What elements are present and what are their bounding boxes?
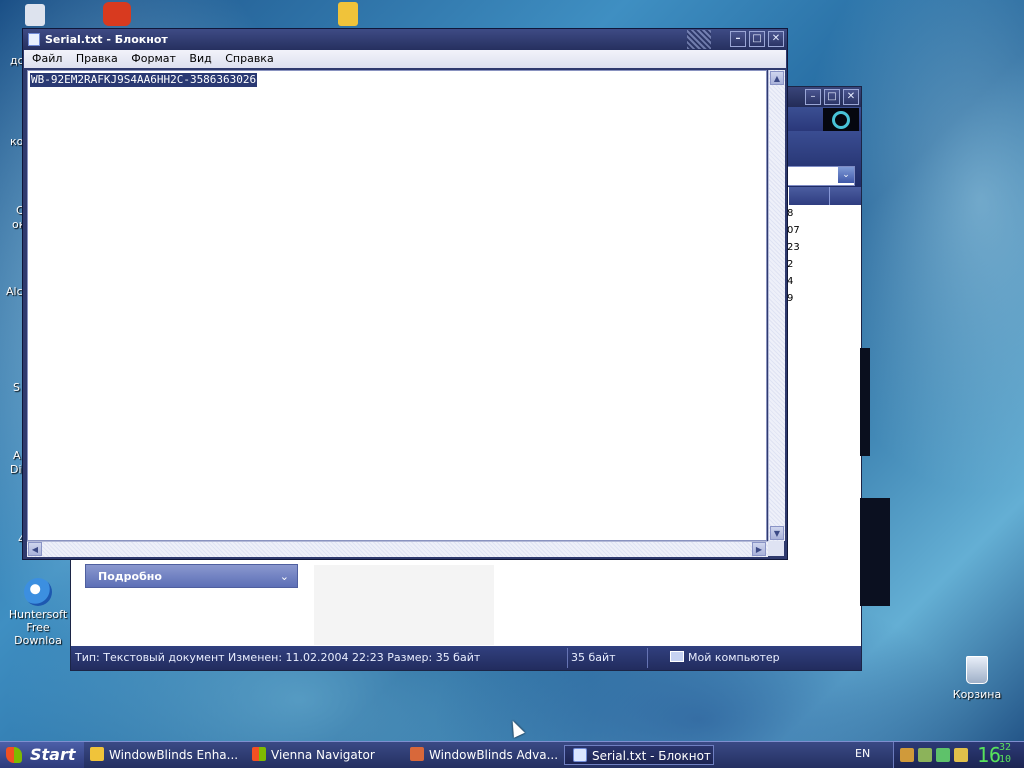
taskbar: Start WindowBlinds Enha... Vienna Naviga… [0,741,1024,768]
taskbar-item-windowblinds-enhanced[interactable]: WindowBlinds Enha... [90,745,242,765]
minimize-button[interactable]: – [805,89,821,105]
chevron-down-icon[interactable]: ⌄ [838,167,854,183]
address-dropdown[interactable]: ⌄ [787,166,855,186]
computer-icon [670,651,684,662]
clock-seconds: 10 [999,754,1012,765]
desktop-icon-huntersoft[interactable]: Huntersoft Free Downloa [2,578,74,647]
status-location: Мой компьютер [670,646,780,670]
maximize-button[interactable]: □ [749,31,765,47]
menu-format[interactable]: Формат [127,50,180,68]
scroll-left-button[interactable]: ◀ [28,542,42,556]
notepad-title-bar[interactable]: Serial.txt - Блокнот – □ ✕ [23,29,787,50]
tray-check-icon[interactable] [936,748,950,762]
clock-hours: 16 [977,743,1002,767]
clock[interactable]: 16 32 10 [977,743,1011,767]
notepad-icon [573,748,587,762]
status-location-label: Мой компьютер [688,651,780,664]
close-button[interactable]: ✕ [768,31,784,47]
windows-logo-icon [6,747,22,763]
taskbar-item-label: Serial.txt - Блокнот [592,749,711,763]
taskbar-item-vienna-navigator[interactable]: Vienna Navigator [252,745,402,765]
desktop-icon-top-1[interactable] [22,4,48,28]
details-panel-header[interactable]: Подробно ⌄ [85,564,298,588]
column-header[interactable] [789,187,861,205]
folder-icon [90,747,104,761]
desktop-label-fragment: Alc [6,285,23,298]
maximize-button[interactable]: □ [824,89,840,105]
internet-explorer-icon [24,578,52,606]
status-info: Тип: Текстовый документ Изменен: 11.02.2… [75,651,481,664]
horizontal-scrollbar[interactable]: ◀ ▶ [27,541,768,557]
clock-minutes: 32 [999,742,1012,753]
scroll-right-button[interactable]: ▶ [752,542,766,556]
menu-view[interactable]: Вид [185,50,215,68]
tray-app-icon[interactable] [900,748,914,762]
scroll-up-button[interactable]: ▲ [770,71,784,85]
background-window-edge [860,498,890,606]
chevron-down-icon[interactable]: ⌄ [280,565,289,589]
taskbar-item-label: WindowBlinds Adva... [429,748,559,762]
status-divider [567,648,568,668]
column-divider [829,187,830,205]
window-title: Serial.txt - Блокнот [45,33,168,46]
windows-logo-throbber [823,108,859,132]
paint-brush-icon [410,747,424,761]
recycle-bin-icon [966,656,988,684]
desktop-icon-label: Huntersoft [8,608,68,621]
language-indicator[interactable]: EN [855,747,870,760]
status-bar: Тип: Текстовый документ Изменен: 11.02.2… [71,646,861,670]
start-label: Start [30,745,76,764]
scroll-down-button[interactable]: ▼ [770,526,784,540]
menu-file[interactable]: Файл [28,50,66,68]
details-panel-label: Подробно [98,570,162,583]
folder-icon [338,2,358,26]
ring-icon [832,111,850,129]
taskbar-item-notepad[interactable]: Serial.txt - Блокнот [564,745,714,765]
taskbar-item-windowblinds-advanced[interactable]: WindowBlinds Adva... [410,745,560,765]
desktop-icon-recycle-bin[interactable]: Корзина [950,656,1004,701]
preview-area [314,565,494,645]
minimize-button[interactable]: – [730,31,746,47]
text-editor[interactable]: WB-92EM2RAFKJ9S4AA6HH2C-3586363026 [27,70,767,541]
desktop-icon-top-2[interactable] [100,2,134,28]
tray-wand-icon[interactable] [954,748,968,762]
menu-edit[interactable]: Правка [72,50,122,68]
taskbar-item-label: WindowBlinds Enha... [109,748,239,762]
file-icon [25,4,45,26]
windows-flag-icon [252,747,266,761]
desktop-icon-label: Free Downloa [14,621,62,647]
selected-text[interactable]: WB-92EM2RAFKJ9S4AA6HH2C-3586363026 [30,73,258,87]
tray-app-icon[interactable] [918,748,932,762]
desktop-icon-label: Корзина [952,688,1002,701]
title-pattern [687,30,711,49]
desktop-label-fragment: A [13,449,21,462]
menu-help[interactable]: Справка [221,50,277,68]
start-button[interactable]: Start [0,742,84,768]
app-icon [103,2,131,26]
notepad-icon [28,33,40,46]
status-divider [647,648,648,668]
list-item[interactable]: 07 [787,225,800,236]
desktop-label-fragment: S [13,381,20,394]
vertical-scrollbar[interactable]: ▲ ▼ [768,70,785,541]
taskbar-item-label: Vienna Navigator [271,748,375,762]
list-item[interactable]: 23 [787,242,800,253]
menu-bar: Файл Правка Формат Вид Справка [24,50,786,68]
notepad-window[interactable]: Serial.txt - Блокнот – □ ✕ Файл Правка Ф… [22,28,788,560]
desktop-icon-folder[interactable] [336,2,360,28]
scrollbar-corner [768,541,784,556]
background-window-edge [860,348,870,456]
status-size: 35 байт [571,651,616,664]
close-button[interactable]: ✕ [843,89,859,105]
